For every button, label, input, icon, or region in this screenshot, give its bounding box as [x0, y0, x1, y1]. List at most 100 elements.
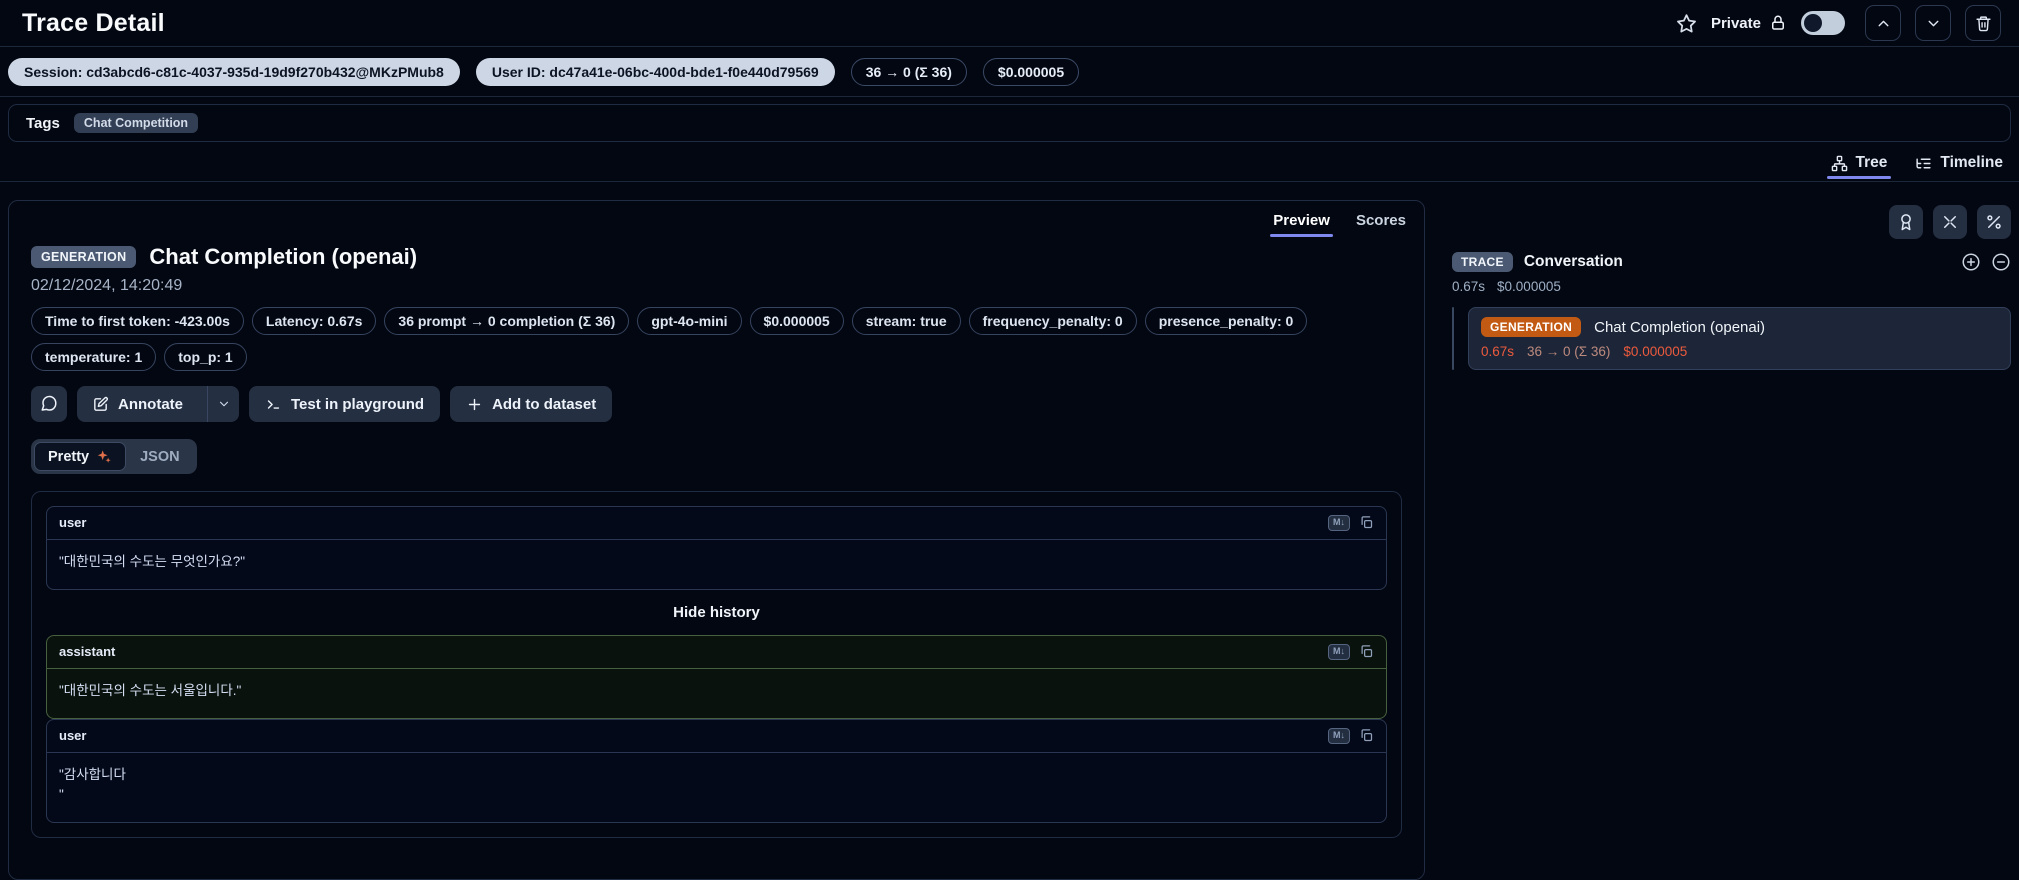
- trace-name: Conversation: [1523, 253, 1623, 270]
- annotate-split-button[interactable]: Annotate: [77, 386, 239, 422]
- tab-tree-label: Tree: [1855, 154, 1888, 171]
- content-area: Preview Scores GENERATION Chat Completio…: [0, 182, 2019, 880]
- expand-all-button[interactable]: [1961, 252, 1981, 272]
- generation-node-header: GENERATION Chat Completion (openai): [1481, 317, 1998, 337]
- markdown-toggle-icon[interactable]: M↓: [1328, 515, 1350, 531]
- tree-toolbar: [1452, 205, 2011, 239]
- message-block: assistant M↓ "대한민국의 수도는 서울입니다.": [46, 634, 1387, 719]
- next-trace-button[interactable]: [1915, 5, 1951, 41]
- pretty-label: Pretty: [48, 448, 90, 465]
- metric-pill: presence_penalty: 0: [1144, 307, 1308, 335]
- trace-detail-page: Trace Detail Private Session: cd3abcd6-c…: [0, 0, 2019, 880]
- star-icon: [1676, 13, 1697, 34]
- message-header: assistant M↓: [47, 636, 1386, 669]
- generation-type-badge: GENERATION: [31, 246, 137, 268]
- chevron-down-icon: [217, 397, 231, 411]
- trash-icon: [1975, 15, 1992, 32]
- trace-latency: 0.67s: [1452, 279, 1486, 294]
- trace-root-row[interactable]: TRACE Conversation: [1452, 252, 2011, 272]
- metric-pill: frequency_penalty: 0: [968, 307, 1137, 335]
- chat-bubble-icon: [40, 395, 58, 413]
- tab-preview[interactable]: Preview: [1270, 212, 1333, 237]
- plus-circle-icon: [1961, 252, 1981, 272]
- plus-icon: [466, 396, 483, 413]
- collapse-tree-button[interactable]: [1991, 252, 2011, 272]
- terminal-icon: [265, 396, 282, 413]
- format-json-segment[interactable]: JSON: [126, 442, 194, 471]
- markdown-toggle-icon[interactable]: M↓: [1328, 727, 1350, 744]
- metric-pill: Latency: 0.67s: [251, 307, 377, 335]
- metrics-toggle-button[interactable]: [1977, 205, 2011, 239]
- chevron-up-icon: [1875, 15, 1892, 32]
- generation-node-title: Chat Completion (openai): [1594, 318, 1766, 336]
- message-role-label: user: [59, 728, 87, 744]
- timeline-icon: [1915, 155, 1932, 172]
- tree-icon: [1831, 155, 1848, 172]
- annotate-dropdown-button[interactable]: [207, 386, 239, 422]
- tab-tree[interactable]: Tree: [1826, 154, 1892, 181]
- trace-type-badge: TRACE: [1452, 252, 1513, 272]
- message-header-icons: M↓: [1328, 515, 1374, 531]
- copy-icon[interactable]: [1359, 515, 1374, 530]
- metric-pill: top_p: 1: [164, 343, 247, 371]
- toggle-knob: [1804, 14, 1822, 32]
- hide-history-button[interactable]: Hide history: [46, 604, 1387, 621]
- message-block: user M↓ "감사합니다 ": [46, 718, 1387, 824]
- dataset-label: Add to dataset: [492, 395, 597, 413]
- message-content: "감사합니다 ": [59, 766, 126, 803]
- metric-pill: $0.000005: [749, 307, 844, 335]
- message-content: "대한민국의 수도는 서울입니다.": [59, 682, 242, 698]
- comments-button[interactable]: [31, 386, 67, 422]
- generation-tokens: 36 → 0 (Σ 36): [1527, 344, 1611, 359]
- edit-pencil-icon: [92, 396, 109, 413]
- observation-header: GENERATION Chat Completion (openai): [9, 237, 1424, 270]
- tag-badge[interactable]: Chat Competition: [73, 113, 199, 133]
- annotate-button[interactable]: Annotate: [77, 386, 198, 422]
- message-role-label: assistant: [59, 644, 116, 660]
- sparkles-icon: [96, 449, 112, 465]
- delete-trace-button[interactable]: [1965, 5, 2001, 41]
- chevron-down-icon: [1925, 15, 1942, 32]
- collapse-icon: [1941, 213, 1959, 231]
- view-tabs: Tree Timeline: [0, 142, 2019, 182]
- scores-toggle-button[interactable]: [1889, 205, 1923, 239]
- trace-meta-row: Session: cd3abcd6-c81c-4037-935d-19d9f27…: [0, 47, 2019, 97]
- tags-container: Tags Chat Competition: [8, 104, 2011, 142]
- add-to-dataset-button[interactable]: Add to dataset: [450, 386, 613, 422]
- observation-tabs: Preview Scores: [9, 201, 1424, 237]
- award-icon: [1897, 213, 1915, 231]
- format-pretty-segment[interactable]: Pretty: [34, 442, 127, 471]
- privacy-status: Private: [1711, 14, 1787, 32]
- tab-timeline[interactable]: Timeline: [1915, 154, 2003, 181]
- minus-circle-icon: [1991, 252, 2011, 272]
- markdown-toggle-icon[interactable]: M↓: [1328, 643, 1350, 660]
- trace-tree-panel: TRACE Conversation 0.67s $0.000005 GENER…: [1425, 182, 2019, 370]
- lock-icon: [1769, 14, 1787, 32]
- trace-metrics: 0.67s $0.000005: [1452, 279, 2011, 294]
- message-role-label: user: [59, 515, 87, 531]
- message-header: user M↓: [47, 507, 1386, 540]
- generation-cost: $0.000005: [1623, 344, 1688, 359]
- copy-icon[interactable]: [1359, 644, 1374, 659]
- test-in-playground-button[interactable]: Test in playground: [249, 386, 441, 422]
- percent-icon: [1985, 213, 2003, 231]
- generation-latency: 0.67s: [1481, 344, 1515, 359]
- metric-pill: stream: true: [851, 307, 961, 335]
- privacy-label: Private: [1710, 14, 1761, 32]
- generation-node-selected[interactable]: GENERATION Chat Completion (openai) 0.67…: [1468, 307, 2011, 370]
- previous-trace-button[interactable]: [1865, 5, 1901, 41]
- metric-pill: Time to first token: -423.00s: [31, 307, 244, 335]
- tab-timeline-label: Timeline: [1940, 154, 2003, 171]
- observation-timestamp: 02/12/2024, 14:20:49: [31, 277, 183, 294]
- metric-pill: temperature: 1: [31, 343, 157, 371]
- bookmark-star-button[interactable]: [1676, 13, 1697, 34]
- tab-scores[interactable]: Scores: [1356, 212, 1406, 237]
- user-id-badge[interactable]: User ID: dc47a41e-06bc-400d-bde1-f0e440d…: [475, 57, 835, 86]
- session-badge[interactable]: Session: cd3abcd6-c81c-4037-935d-19d9f27…: [8, 57, 460, 86]
- playground-label: Test in playground: [291, 395, 425, 413]
- message-header: user M↓: [47, 720, 1386, 753]
- copy-icon[interactable]: [1359, 728, 1374, 743]
- collapse-all-button[interactable]: [1933, 205, 1967, 239]
- cost-pill: $0.000005: [982, 57, 1080, 86]
- public-toggle[interactable]: [1801, 11, 1845, 35]
